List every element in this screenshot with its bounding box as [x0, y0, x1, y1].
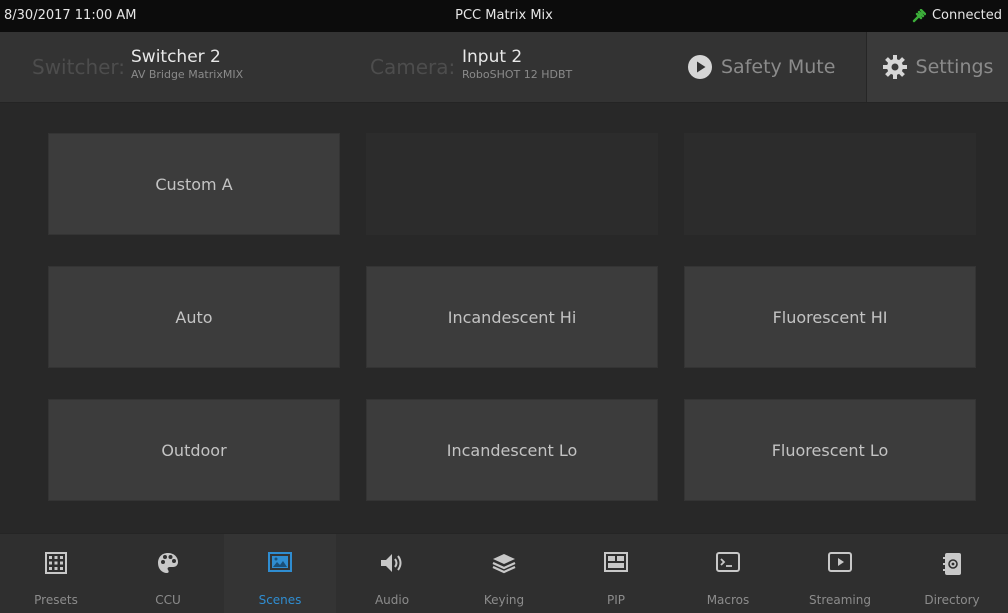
scene-button-incandescent-hi[interactable]: Incandescent Hi [366, 266, 658, 368]
bottom-nav: Presets CCU Scenes Audio Keying PIP Macr… [0, 533, 1008, 613]
scene-button-fluorescent-lo[interactable]: Fluorescent Lo [684, 399, 976, 501]
nav-label: CCU [155, 593, 181, 607]
scene-button-empty [684, 133, 976, 235]
nav-item-pip[interactable]: PIP [560, 534, 672, 613]
nav-label: Presets [34, 593, 78, 607]
play-circle-icon [688, 55, 712, 79]
switcher-model: AV Bridge MatrixMIX [131, 68, 244, 81]
terminal-icon [716, 552, 740, 572]
camera-name: Input 2 [462, 47, 523, 67]
settings-button[interactable]: Settings [867, 32, 1008, 102]
speaker-icon [381, 554, 402, 572]
grid-icon [45, 552, 67, 574]
connection-status: Connected [912, 8, 1002, 23]
scene-button-auto[interactable]: Auto [48, 266, 340, 368]
nav-label: Macros [706, 593, 750, 607]
nav-label: Streaming [809, 593, 871, 607]
nav-label: Scenes [258, 593, 302, 607]
settings-label: Settings [915, 56, 994, 78]
nav-item-presets[interactable]: Presets [0, 534, 112, 613]
picture-icon [268, 552, 292, 572]
nav-label: Keying [483, 593, 525, 607]
switcher-label: Switcher: [32, 55, 126, 79]
nav-label: Directory [924, 593, 980, 607]
scene-label: Custom A [155, 174, 233, 194]
header-bar: Switcher: Switcher 2 AV Bridge MatrixMIX… [0, 32, 1008, 103]
scene-button-empty [366, 133, 658, 235]
camera-model: RoboSHOT 12 HDBT [462, 68, 573, 81]
play-square-icon [828, 552, 852, 572]
scene-button-fluorescent-hi[interactable]: Fluorescent HI [684, 266, 976, 368]
nav-label: Audio [374, 593, 410, 607]
scene-label: Incandescent Lo [446, 440, 578, 460]
scene-label: Incandescent Hi [447, 307, 577, 327]
scene-button-custom-a[interactable]: Custom A [48, 133, 340, 235]
switcher-selector[interactable]: Switcher: Switcher 2 AV Bridge MatrixMIX [0, 32, 340, 102]
scene-label: Auto [175, 307, 213, 327]
connection-status-label: Connected [931, 8, 1002, 23]
palette-icon [158, 553, 178, 573]
app-title: PCC Matrix Mix [455, 8, 553, 23]
nav-label: PIP [606, 593, 625, 607]
camera-label: Camera: [370, 55, 456, 79]
scene-button-outdoor[interactable]: Outdoor [48, 399, 340, 501]
scenes-panel: Custom A Auto Incandescent Hi Fluorescen… [0, 103, 1008, 533]
scene-button-incandescent-lo[interactable]: Incandescent Lo [366, 399, 658, 501]
nav-item-scenes[interactable]: Scenes [224, 534, 336, 613]
camera-selector[interactable]: Camera: Input 2 RoboSHOT 12 HDBT [350, 32, 670, 102]
title-bar: 8/30/2017 11:00 AM PCC Matrix Mix Connec… [0, 0, 1008, 32]
nav-item-directory[interactable]: Directory [896, 534, 1008, 613]
scene-label: Fluorescent Lo [771, 440, 889, 460]
nav-item-macros[interactable]: Macros [672, 534, 784, 613]
nav-item-ccu[interactable]: CCU [112, 534, 224, 613]
nav-item-audio[interactable]: Audio [336, 534, 448, 613]
connected-plug-icon [912, 8, 926, 22]
nav-item-streaming[interactable]: Streaming [784, 534, 896, 613]
scene-label: Outdoor [161, 440, 227, 460]
switcher-name: Switcher 2 [131, 47, 221, 67]
safety-mute-label: Safety Mute [721, 56, 836, 78]
nav-item-keying[interactable]: Keying [448, 534, 560, 613]
gear-icon [882, 55, 907, 79]
scene-label: Fluorescent HI [772, 307, 888, 327]
safety-mute-button[interactable]: Safety Mute [687, 32, 857, 102]
layers-icon [492, 554, 516, 574]
pip-icon [604, 552, 628, 572]
address-book-icon [943, 553, 961, 575]
